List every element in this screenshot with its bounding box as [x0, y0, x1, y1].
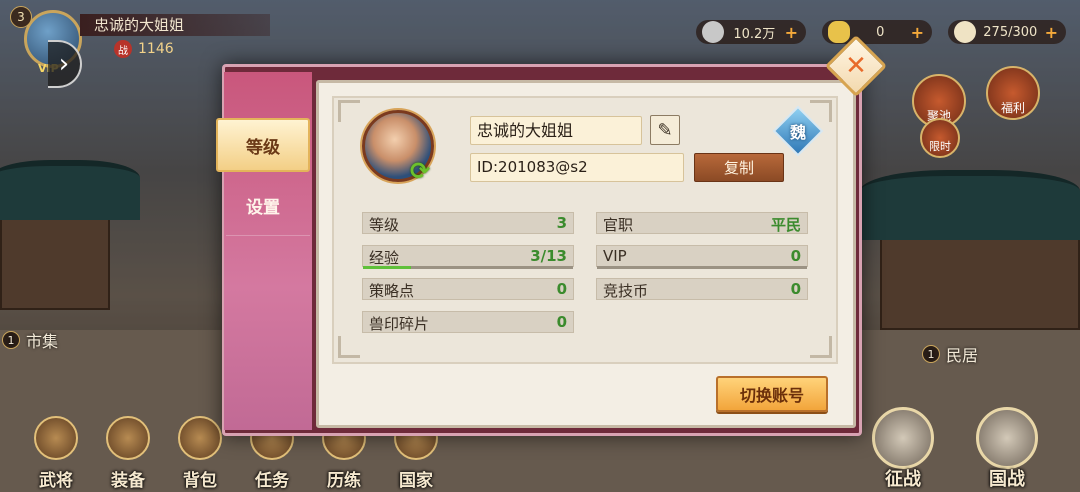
equipment-icon: [106, 416, 150, 460]
stat-vip: VIP 0: [596, 245, 808, 269]
generals-icon: [34, 416, 78, 460]
residence-label[interactable]: 1 民居: [922, 342, 978, 366]
expedition-icon: [872, 407, 934, 469]
switch-account-button[interactable]: 切换账号: [716, 376, 828, 412]
bag-icon: [178, 416, 222, 460]
market-name: 市集: [26, 332, 59, 351]
residence-name: 民居: [946, 346, 979, 365]
nav-equipment[interactable]: 装备: [92, 412, 164, 492]
stat-seal-key: 兽印碎片: [369, 315, 430, 333]
nav-bag-label: 背包: [183, 471, 217, 491]
stat-level: 等级 3: [362, 212, 574, 234]
gold-ingot-icon: [828, 21, 850, 43]
pencil-icon: ✎: [657, 119, 673, 141]
silver-value: 10.2万: [733, 26, 776, 42]
hud-player-name: 忠诚的大姐姐: [80, 14, 270, 36]
edit-name-button[interactable]: ✎: [650, 115, 680, 145]
stat-exp-key: 经验: [369, 249, 400, 267]
vip-bar-track: [597, 266, 807, 269]
stamina-value: 275/300: [983, 24, 1038, 40]
exp-progress-bar: [363, 266, 412, 269]
nav-expedition-label: 征战: [885, 469, 921, 490]
stat-vip-key: VIP: [603, 247, 627, 265]
stat-seal: 兽印碎片 0: [362, 311, 574, 333]
stat-strategy-key: 策略点: [369, 282, 415, 300]
silver-add-button[interactable]: +: [785, 23, 798, 42]
market-count: 1: [2, 331, 20, 349]
silver-resource: 10.2万 +: [696, 20, 806, 44]
player-id-field: ID:201083@s2: [470, 153, 684, 182]
corner-ornament: [810, 336, 832, 358]
nav-equipment-label: 装备: [111, 471, 145, 491]
stat-title-key: 官职: [603, 216, 634, 234]
limited-label: 限时: [929, 140, 951, 153]
corner-ornament: [338, 336, 360, 358]
stamina-resource: 275/300 +: [948, 20, 1066, 44]
stat-vip-value: 0: [790, 247, 801, 265]
tab-settings[interactable]: 设置: [216, 178, 310, 232]
stat-arena-value: 0: [790, 280, 801, 298]
hud-power: 战 1146: [114, 40, 174, 58]
residence-count: 1: [922, 345, 940, 363]
nav-generals[interactable]: 武将: [20, 412, 92, 492]
nav-training-label: 历练: [327, 471, 361, 491]
power-icon: 战: [114, 40, 132, 58]
stamina-bun-icon: [954, 21, 976, 43]
stat-exp-value: 3/13: [530, 247, 567, 265]
stat-exp: 经验 3/13: [362, 245, 574, 269]
stat-title: 官职 平民: [596, 212, 808, 234]
stat-level-key: 等级: [369, 216, 400, 234]
welfare-label: 福利: [1000, 101, 1025, 115]
nav-quests-label: 任务: [255, 471, 289, 491]
copy-id-button[interactable]: 复制: [694, 153, 784, 182]
nav-national-war-label: 国战: [989, 469, 1025, 490]
stat-strategy: 策略点 0: [362, 278, 574, 300]
stat-arena-key: 竞技币: [603, 282, 649, 300]
corner-ornament: [338, 100, 360, 122]
limited-feature-button[interactable]: 限时: [920, 118, 960, 158]
stat-strategy-value: 0: [556, 280, 567, 298]
national-war-icon: [976, 407, 1038, 469]
change-avatar-icon[interactable]: ⟳: [402, 156, 438, 186]
close-icon[interactable]: ✕: [834, 44, 878, 88]
stat-title-value: 平民: [770, 216, 801, 234]
welfare-feature-button[interactable]: 福利: [986, 66, 1040, 120]
market-label[interactable]: 1 市集: [2, 328, 58, 352]
nav-expedition[interactable]: 征战: [864, 405, 942, 491]
tab-divider: [226, 235, 310, 236]
gold-resource: 0 +: [822, 20, 932, 44]
stat-seal-value: 0: [556, 313, 567, 331]
tab-level[interactable]: 等级: [216, 118, 310, 172]
faction-icon: 魏: [789, 123, 806, 142]
hud-level-badge: 3: [10, 6, 32, 28]
player-name-field[interactable]: 忠诚的大姐姐: [470, 116, 642, 145]
gold-add-button[interactable]: +: [911, 23, 924, 42]
hud-power-value: 1146: [138, 41, 174, 57]
stat-level-value: 3: [556, 214, 567, 232]
nav-generals-label: 武将: [39, 471, 73, 491]
silver-coin-icon: [702, 21, 724, 43]
nav-nation-label: 国家: [399, 471, 433, 491]
stat-arena: 竞技币 0: [596, 278, 808, 300]
nav-national-war[interactable]: 国战: [968, 405, 1046, 491]
stamina-add-button[interactable]: +: [1045, 23, 1058, 42]
gold-value: 0: [876, 24, 885, 40]
